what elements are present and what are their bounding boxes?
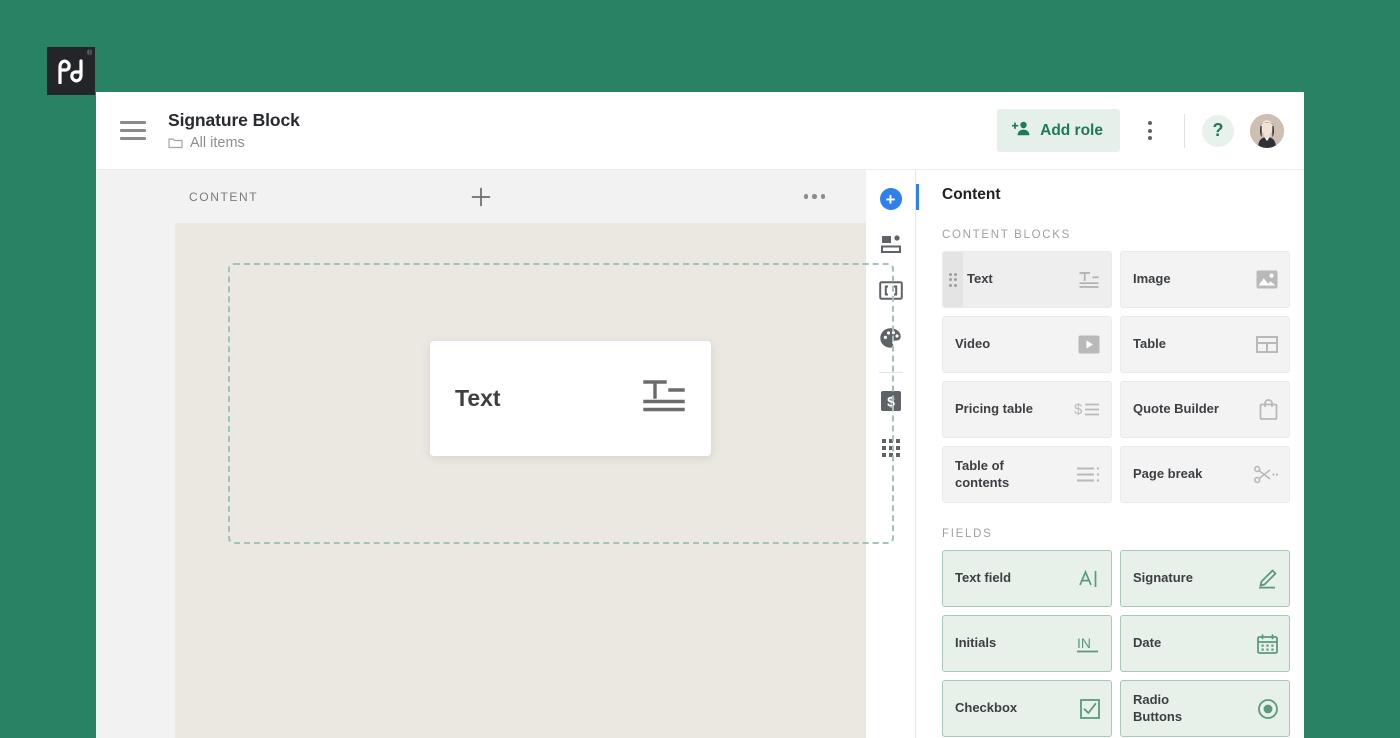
app-screenshot: ® Signature Block All items Add role ? C…: [0, 0, 1400, 738]
trademark-mark: ®: [86, 50, 92, 57]
content-blocks-grid: Text Image Video Table Pricing table $ Q…: [930, 251, 1290, 503]
initials-in-icon: IN: [1076, 634, 1100, 654]
tile-label: Video: [955, 336, 991, 352]
shopping-bag-icon: [1259, 399, 1278, 420]
tile-label: Signature: [1133, 570, 1193, 586]
tile-table[interactable]: Table: [1120, 316, 1290, 373]
section-label-fields: FIELDS: [942, 528, 993, 540]
panel-accent-bar: [916, 184, 919, 210]
rail-item-add-content[interactable]: +: [874, 182, 908, 216]
dragged-text-block[interactable]: Text: [430, 341, 711, 456]
add-role-label: Add role: [1040, 121, 1103, 139]
add-person-icon: [1011, 120, 1031, 141]
content-toolbar: CONTENT: [96, 170, 866, 223]
svg-text:$: $: [1074, 401, 1083, 418]
table-grid-icon: [1256, 336, 1278, 353]
tile-label: Page break: [1133, 466, 1203, 482]
add-role-button[interactable]: Add role: [997, 109, 1120, 152]
tile-label: Text field: [955, 570, 1012, 586]
panel-title: Content: [942, 186, 1001, 203]
fields-grid: Text field Signature Initials IN Date Ch…: [930, 550, 1290, 737]
plus-circle-icon: +: [879, 188, 902, 210]
tile-label: Text: [967, 271, 993, 287]
content-panel: Content CONTENT BLOCKS Text Image Video …: [916, 170, 1304, 738]
tile-image[interactable]: Image: [1120, 251, 1290, 308]
tile-label: Quote Builder: [1133, 401, 1219, 417]
pricing-dollar-list-icon: $: [1074, 400, 1100, 419]
body-area: CONTENT Text + $ Content CONTENT BLOCKS …: [96, 170, 1304, 738]
radio-button-icon: [1258, 698, 1278, 719]
signature-pen-icon: [1256, 569, 1278, 589]
calendar-icon: [1257, 633, 1278, 654]
tile-label: Radio Buttons: [1133, 692, 1183, 724]
divider: [1184, 113, 1185, 148]
scissors-icon: [1254, 465, 1278, 484]
tile-text[interactable]: Text: [942, 251, 1112, 308]
tile-label: Date: [1133, 635, 1162, 651]
tile-quote-builder[interactable]: Quote Builder: [1120, 381, 1290, 438]
help-button[interactable]: ?: [1202, 114, 1234, 147]
content-section-label: CONTENT: [189, 189, 259, 204]
add-block-button[interactable]: [467, 183, 495, 211]
tile-checkbox[interactable]: Checkbox: [942, 680, 1112, 737]
tile-label: Table: [1133, 336, 1166, 352]
toc-lines-icon: [1076, 466, 1100, 483]
breadcrumb[interactable]: All items: [168, 135, 997, 151]
pandadoc-logo: ®: [47, 47, 95, 95]
tile-radio-buttons[interactable]: Radio Buttons: [1120, 680, 1290, 737]
image-icon: [1256, 270, 1278, 289]
tile-pricing-table[interactable]: Pricing table $: [942, 381, 1112, 438]
top-bar-actions: Add role ?: [997, 109, 1284, 152]
text-block-icon: [1078, 270, 1100, 290]
content-more-icon[interactable]: [798, 188, 832, 205]
tile-video[interactable]: Video: [942, 316, 1112, 373]
layout-icon: [880, 234, 902, 259]
title-block: Signature Block All items: [168, 110, 997, 151]
tile-label: Table of contents: [955, 458, 1010, 490]
tile-table-of-contents[interactable]: Table of contents: [942, 446, 1112, 503]
folder-icon: [168, 137, 183, 149]
tile-label: Checkbox: [955, 700, 1018, 716]
tile-initials[interactable]: Initials IN: [942, 615, 1112, 672]
tile-label: Image: [1133, 271, 1171, 287]
tile-text-field[interactable]: Text field: [942, 550, 1112, 607]
rail-item-layout-blocks[interactable]: [874, 229, 908, 263]
tile-label: Pricing table: [955, 401, 1034, 417]
svg-text:IN: IN: [1077, 635, 1091, 651]
text-block-icon: [642, 377, 686, 420]
editor-area: CONTENT Text: [96, 170, 894, 738]
checkbox-icon: [1080, 698, 1100, 719]
document-canvas[interactable]: Text: [175, 223, 894, 738]
section-label-content-blocks: CONTENT BLOCKS: [942, 229, 1072, 241]
breadcrumb-label: All items: [190, 135, 245, 151]
page-title: Signature Block: [168, 110, 300, 130]
tile-page-break[interactable]: Page break: [1120, 446, 1290, 503]
hamburger-menu-icon[interactable]: [120, 116, 146, 145]
text-cursor-icon: [1078, 569, 1100, 589]
dragged-block-label: Text: [455, 385, 501, 411]
more-vertical-icon[interactable]: [1133, 114, 1167, 148]
drag-handle-icon[interactable]: [943, 252, 963, 307]
app-window: Signature Block All items Add role ? CON…: [96, 92, 1304, 738]
video-play-icon: [1078, 335, 1100, 354]
avatar[interactable]: [1250, 113, 1284, 148]
tile-label: Initials: [955, 635, 997, 651]
tile-date[interactable]: Date: [1120, 615, 1290, 672]
top-bar: Signature Block All items Add role ?: [96, 92, 1304, 170]
tile-signature[interactable]: Signature: [1120, 550, 1290, 607]
